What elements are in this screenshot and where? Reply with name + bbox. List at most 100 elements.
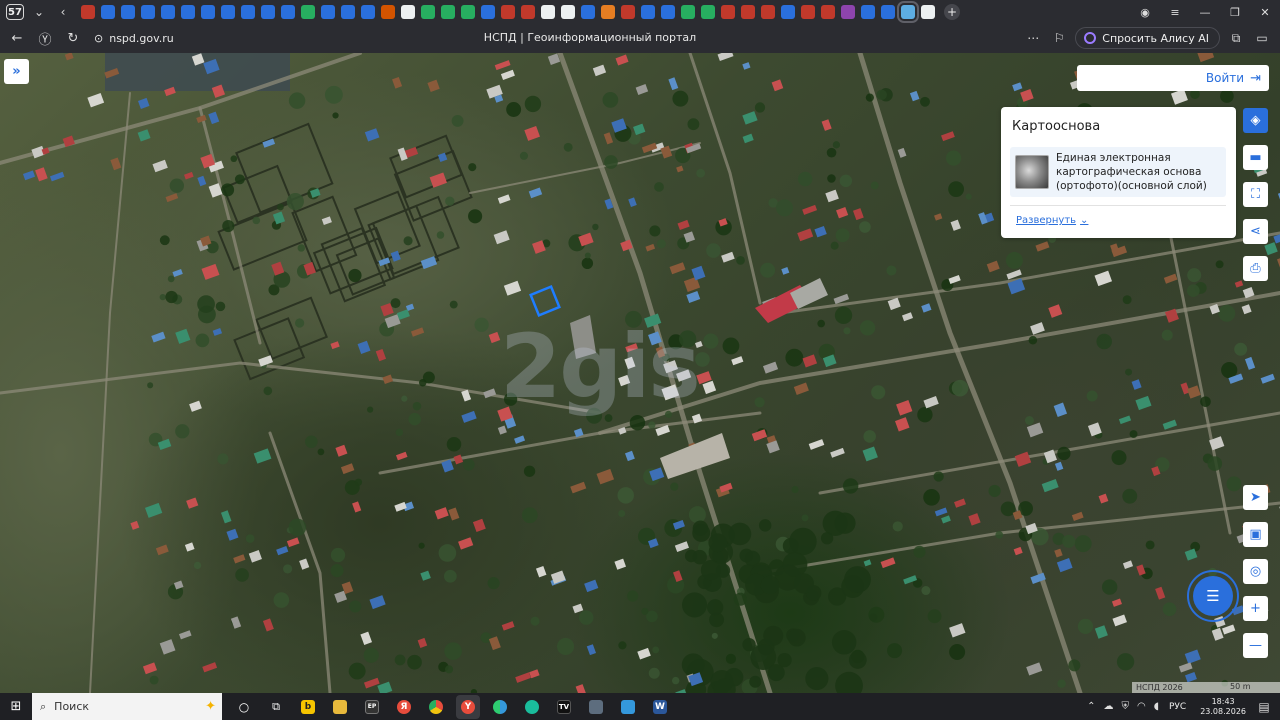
- yandex-icon[interactable]: Ⓨ: [34, 28, 56, 50]
- volume-icon[interactable]: ◖: [1154, 701, 1159, 712]
- tab-favicon[interactable]: [841, 5, 855, 19]
- back-icon[interactable]: ←: [6, 28, 28, 50]
- tab-favicon[interactable]: [741, 5, 755, 19]
- calculator-app-icon[interactable]: [584, 695, 608, 719]
- tab-favicon[interactable]: [401, 5, 415, 19]
- tab-favicon[interactable]: [321, 5, 335, 19]
- tab-favicon[interactable]: [281, 5, 295, 19]
- tab-favicon[interactable]: [241, 5, 255, 19]
- tab-favicon[interactable]: [861, 5, 875, 19]
- tab-favicon[interactable]: [81, 5, 95, 19]
- tab-count-badge[interactable]: 57: [6, 4, 24, 20]
- login-button[interactable]: Войти ⇥: [1077, 65, 1269, 91]
- tray-chevron-up-icon[interactable]: ⌃: [1087, 701, 1095, 712]
- epic-games-app-icon[interactable]: EP: [360, 695, 384, 719]
- chromium-app-icon[interactable]: [488, 695, 512, 719]
- chrome-app-icon[interactable]: [424, 695, 448, 719]
- shield-icon[interactable]: ⛨: [1121, 701, 1129, 712]
- tab-favicon[interactable]: [521, 5, 535, 19]
- edge-app-icon[interactable]: [520, 695, 544, 719]
- clock[interactable]: 18:43 23.08.2026: [1200, 697, 1246, 717]
- tab-favicon[interactable]: [381, 5, 395, 19]
- tab-favicon[interactable]: [801, 5, 815, 19]
- search-location-button[interactable]: ◎: [1243, 559, 1268, 584]
- zoom-out-button[interactable]: —: [1243, 633, 1268, 658]
- menu-icon[interactable]: ≡: [1160, 0, 1190, 24]
- chevron-down-icon[interactable]: ⌄: [30, 3, 48, 21]
- wifi-icon[interactable]: ◠: [1137, 701, 1146, 712]
- tab-favicon[interactable]: [561, 5, 575, 19]
- tab-favicon[interactable]: [897, 1, 919, 23]
- cortana-icon[interactable]: ○: [232, 695, 256, 719]
- zoom-in-button[interactable]: +: [1243, 596, 1268, 621]
- beeline-app-icon[interactable]: b: [296, 695, 320, 719]
- tab-favicon[interactable]: [781, 5, 795, 19]
- tab-favicon[interactable]: [661, 5, 675, 19]
- collections-icon[interactable]: ⧉: [1226, 28, 1246, 48]
- tab-favicon[interactable]: [621, 5, 635, 19]
- tab-favicon[interactable]: [341, 5, 355, 19]
- reload-icon[interactable]: ↻: [62, 28, 84, 50]
- minimap-button[interactable]: ▣: [1243, 522, 1268, 547]
- tab-favicon[interactable]: [501, 5, 515, 19]
- tab-favicon[interactable]: [101, 5, 115, 19]
- new-tab-button[interactable]: +: [944, 4, 960, 20]
- url-field[interactable]: ⊙ nspd.gov.ru: [94, 32, 174, 45]
- tab-favicon[interactable]: [221, 5, 235, 19]
- tab-favicon[interactable]: [921, 5, 935, 19]
- tab-favicon[interactable]: [181, 5, 195, 19]
- profile-icon[interactable]: ◉: [1130, 0, 1160, 24]
- network-icon[interactable]: ☁: [1103, 701, 1113, 712]
- start-button[interactable]: ⊞: [0, 693, 32, 720]
- tab-favicon[interactable]: [721, 5, 735, 19]
- tab-favicon[interactable]: [421, 5, 435, 19]
- basemap-layer-item[interactable]: Единая электронная картографическая осно…: [1010, 147, 1226, 197]
- tab-favicon[interactable]: [761, 5, 775, 19]
- tab-favicon[interactable]: [641, 5, 655, 19]
- yandex-app-icon[interactable]: Я: [392, 695, 416, 719]
- tab-favicon[interactable]: [441, 5, 455, 19]
- paint-app-icon[interactable]: [616, 695, 640, 719]
- measure-tool-button[interactable]: ▬: [1243, 145, 1268, 170]
- tab-favicon[interactable]: [881, 5, 895, 19]
- ask-alice-button[interactable]: Спросить Алису AI: [1075, 27, 1220, 49]
- tab-favicon[interactable]: [161, 5, 175, 19]
- tab-favicon[interactable]: [121, 5, 135, 19]
- expand-sidebar-button[interactable]: »: [4, 59, 29, 84]
- yandex-browser-app-icon[interactable]: Y: [456, 694, 480, 719]
- task-view-icon[interactable]: ⧉: [264, 695, 288, 719]
- print-button[interactable]: ⎙: [1243, 256, 1268, 281]
- tab-favicon[interactable]: [701, 5, 715, 19]
- tab-favicon[interactable]: [681, 5, 695, 19]
- tab-favicon[interactable]: [461, 5, 475, 19]
- tab-favicon[interactable]: [361, 5, 375, 19]
- notifications-icon[interactable]: ▤: [1254, 697, 1274, 717]
- bookmark-icon[interactable]: ⚐: [1049, 28, 1069, 48]
- tradingview-app-icon[interactable]: TV: [552, 695, 576, 719]
- tab-favicon[interactable]: [141, 5, 155, 19]
- selected-parcel-outline[interactable]: [529, 285, 561, 317]
- restore-icon[interactable]: ❐: [1220, 0, 1250, 24]
- expand-layers-link[interactable]: Развернуть ⌄: [1016, 215, 1088, 226]
- locate-button[interactable]: ➤: [1243, 485, 1268, 510]
- tab-favicon[interactable]: [541, 5, 555, 19]
- explorer-app-icon[interactable]: [328, 695, 352, 719]
- tab-favicon[interactable]: [301, 5, 315, 19]
- layers-tool-button[interactable]: ◈: [1243, 108, 1268, 133]
- tab-favicon[interactable]: [821, 5, 835, 19]
- map-viewport[interactable]: 2gis » Войти ⇥ Картооснова Единая электр…: [0, 53, 1280, 693]
- more-icon[interactable]: ⋯: [1023, 28, 1043, 48]
- minimize-icon[interactable]: —: [1190, 0, 1220, 24]
- language-indicator[interactable]: РУС: [1169, 702, 1186, 712]
- close-icon[interactable]: ✕: [1250, 0, 1280, 24]
- taskbar-search[interactable]: ⌕ Поиск ✦: [32, 693, 222, 720]
- chevron-left-icon[interactable]: ‹: [54, 3, 72, 21]
- tab-favicon[interactable]: [581, 5, 595, 19]
- select-area-tool-button[interactable]: ⛶: [1243, 182, 1268, 207]
- chat-button[interactable]: ☰: [1193, 576, 1233, 616]
- tab-favicon[interactable]: [481, 5, 495, 19]
- share-button[interactable]: ⋖: [1243, 219, 1268, 244]
- downloads-icon[interactable]: ▭: [1252, 28, 1272, 48]
- word-app-icon[interactable]: W: [648, 695, 672, 719]
- tab-favicon[interactable]: [261, 5, 275, 19]
